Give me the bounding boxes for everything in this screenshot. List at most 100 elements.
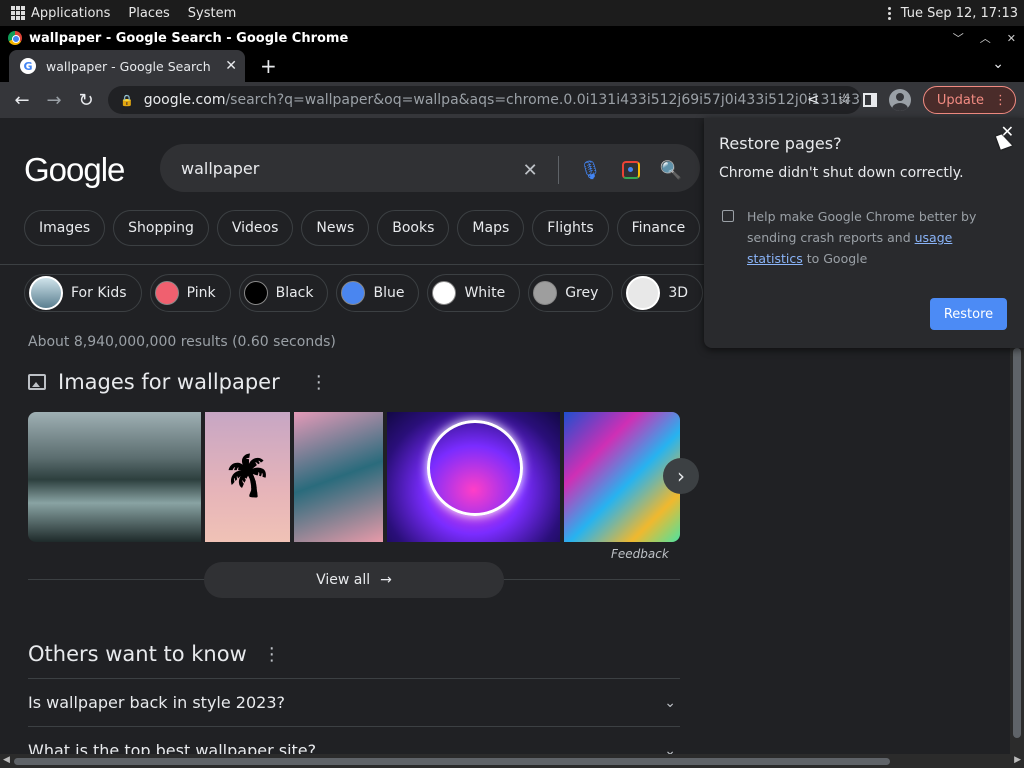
search-icon[interactable]: 🔍: [660, 160, 682, 181]
restore-pages-dialog: ✕ Restore pages? Chrome didn't shut down…: [704, 118, 1024, 348]
refine-for-kids[interactable]: For Kids: [24, 274, 142, 312]
crash-report-checkbox[interactable]: [722, 210, 734, 222]
address-bar[interactable]: 🔒 google.com/search?q=wallpaper&oq=wallp…: [108, 86, 861, 114]
chrome-menu-icon: ⋮: [994, 92, 1007, 108]
menu-system[interactable]: System: [188, 6, 236, 21]
browser-toolbar: ← → ↻ 🔒 google.com/search?q=wallpaper&oq…: [0, 82, 1024, 118]
arrow-right-icon: →: [380, 572, 392, 588]
search-query: wallpaper: [181, 158, 260, 178]
refine-label: Black: [275, 285, 314, 301]
owk-heading-text: Others want to know: [28, 642, 247, 666]
tab-search-chevron-icon[interactable]: ⌄: [992, 56, 1004, 72]
refine-3d[interactable]: 3D: [621, 274, 704, 312]
filter-finance[interactable]: Finance: [616, 210, 701, 246]
google-favicon-icon: G: [20, 58, 36, 74]
blue-swatch: [341, 281, 366, 305]
horizontal-scrollbar[interactable]: ◀ ▶: [0, 754, 1024, 768]
white-swatch: [432, 281, 457, 305]
tab-close-icon[interactable]: ✕: [225, 58, 237, 74]
for-kids-thumbnail: [29, 276, 63, 310]
refine-label: Pink: [186, 285, 216, 301]
refine-label: Grey: [565, 285, 599, 301]
chevron-down-icon: ⌄: [664, 694, 676, 711]
forward-icon[interactable]: →: [38, 90, 70, 111]
refine-pink[interactable]: Pink: [149, 274, 231, 312]
feedback-link[interactable]: Feedback: [611, 547, 669, 561]
images-section-heading: Images for wallpaper ⋮: [28, 370, 328, 394]
image-palm-sunset[interactable]: [204, 412, 291, 542]
tab-title: wallpaper - Google Search: [46, 58, 211, 74]
image-gallery: [28, 412, 680, 542]
google-logo[interactable]: Google: [24, 151, 125, 189]
black-swatch: [243, 281, 268, 305]
refine-white[interactable]: White: [427, 274, 521, 312]
clock[interactable]: Tue Sep 12, 17:13: [901, 6, 1018, 21]
gallery-next-icon[interactable]: ›: [663, 458, 699, 494]
tab-strip: G wallpaper - Google Search ✕ + ⌄: [0, 50, 1024, 82]
refine-label: White: [464, 285, 506, 301]
filter-news[interactable]: News: [301, 210, 370, 246]
refine-label: Blue: [373, 285, 405, 301]
apps-grid-icon[interactable]: [11, 6, 25, 20]
tab-google-search[interactable]: G wallpaper - Google Search ✕: [9, 50, 245, 82]
new-tab-icon[interactable]: +: [260, 54, 277, 78]
owk-more-icon[interactable]: ⋮: [263, 644, 281, 665]
clear-search-icon[interactable]: ✕: [523, 160, 538, 181]
bookmark-star-icon[interactable]: ☆: [838, 90, 851, 108]
images-heading-text[interactable]: Images for wallpaper: [58, 370, 280, 394]
refine-blue[interactable]: Blue: [336, 274, 420, 312]
minimize-icon[interactable]: ﹀: [953, 30, 964, 46]
filter-videos[interactable]: Videos: [216, 210, 294, 246]
others-want-to-know-heading: Others want to know ⋮: [28, 642, 281, 666]
image-neon-ring[interactable]: [386, 412, 560, 542]
menu-places[interactable]: Places: [128, 6, 169, 21]
scroll-left-icon[interactable]: ◀: [3, 755, 10, 765]
help-suffix: to Google: [802, 251, 868, 266]
question-row[interactable]: Is wallpaper back in style 2023? ⌄: [28, 678, 680, 726]
share-icon[interactable]: ⋖: [807, 90, 820, 108]
refine-black[interactable]: Black: [238, 274, 329, 312]
refine-label: For Kids: [71, 285, 127, 301]
crash-report-label: Help make Google Chrome better by sendin…: [747, 206, 1012, 269]
refine-grey[interactable]: Grey: [528, 274, 614, 312]
url-path: /search?q=wallpaper&oq=wallpa&aqs=chrome…: [225, 92, 861, 108]
image-lake-mountains[interactable]: [28, 412, 201, 542]
question-row[interactable]: What is the top best wallpaper site? ⌄: [28, 726, 680, 754]
horizontal-scroll-thumb[interactable]: [14, 758, 890, 765]
system-top-bar: Applications Places System Tue Sep 12, 1…: [0, 0, 1024, 26]
update-label: Update: [936, 92, 984, 108]
search-filter-tabs: Images Shopping Videos News Books Maps F…: [24, 210, 701, 246]
refinement-chips: For Kids Pink Black Blue White Grey 3D: [24, 274, 766, 312]
image-icon: [28, 374, 46, 390]
scroll-right-icon[interactable]: ▶: [1014, 755, 1021, 765]
dialog-title: Restore pages?: [719, 134, 842, 153]
images-more-icon[interactable]: ⋮: [310, 372, 328, 393]
maximize-icon[interactable]: ︿: [980, 30, 991, 46]
filter-images[interactable]: Images: [24, 210, 106, 246]
filter-shopping[interactable]: Shopping: [113, 210, 209, 246]
lock-icon[interactable]: 🔒: [120, 94, 134, 107]
vertical-scroll-thumb[interactable]: [1013, 348, 1021, 738]
side-panel-icon[interactable]: [862, 93, 877, 107]
filter-books[interactable]: Books: [377, 210, 450, 246]
3d-thumbnail: [626, 276, 661, 310]
view-all-button[interactable]: View all →: [204, 562, 504, 598]
update-button[interactable]: Update ⋮: [922, 86, 1016, 114]
filter-maps[interactable]: Maps: [457, 210, 525, 246]
window-close-icon[interactable]: ✕: [1007, 32, 1016, 45]
window-title: wallpaper - Google Search - Google Chrom…: [29, 30, 349, 46]
microphone-icon[interactable]: 🎙: [579, 160, 602, 181]
google-lens-icon[interactable]: [621, 161, 640, 179]
system-kebab-icon[interactable]: [887, 6, 891, 20]
window-title-bar: wallpaper - Google Search - Google Chrom…: [0, 26, 1024, 50]
reload-icon[interactable]: ↻: [70, 90, 102, 111]
profile-avatar-icon[interactable]: [888, 89, 911, 111]
image-palm-leaves[interactable]: [294, 412, 383, 542]
refine-label: 3D: [668, 285, 689, 301]
search-input[interactable]: wallpaper ✕ 🎙 🔍: [160, 144, 700, 192]
menu-applications[interactable]: Applications: [31, 6, 110, 21]
filter-flights[interactable]: Flights: [532, 210, 609, 246]
back-icon[interactable]: ←: [6, 90, 38, 111]
chevron-down-icon: ⌄: [664, 742, 676, 755]
restore-button[interactable]: Restore: [930, 298, 1007, 330]
